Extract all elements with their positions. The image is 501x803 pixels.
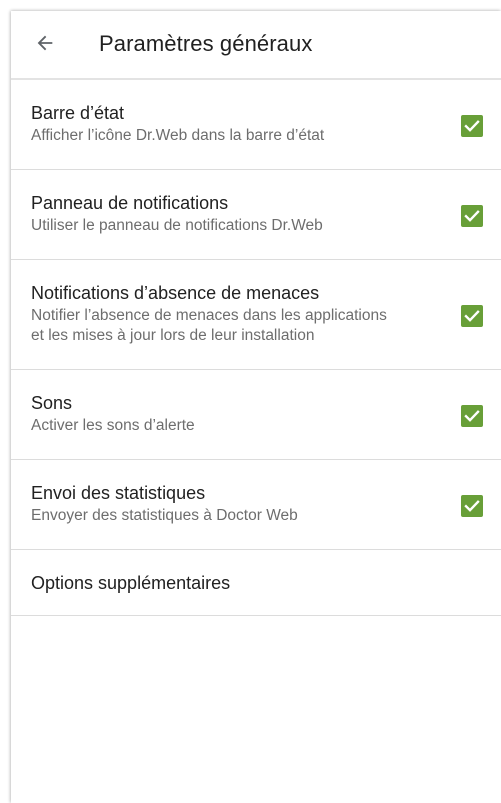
setting-title: Panneau de notifications	[31, 193, 229, 213]
setting-subtitle: Activer les sons d’alerte	[31, 417, 195, 434]
no-threats-checkbox[interactable]	[461, 305, 483, 327]
setting-status-bar[interactable]: Barre d’état Afficher l’icône Dr.Web dan…	[11, 80, 501, 170]
setting-subtitle: Notifier l’absence de menaces dans les a…	[31, 307, 387, 344]
setting-subtitle: Utiliser le panneau de notifications Dr.…	[31, 217, 323, 234]
settings-panel: Paramètres généraux Barre d’état Affiche…	[11, 11, 501, 803]
toolbar: Paramètres généraux	[11, 11, 501, 80]
setting-subtitle: Envoyer des statistiques à Doctor Web	[31, 507, 298, 524]
page-title: Paramètres généraux	[99, 31, 313, 56]
checkmark-icon	[461, 405, 483, 427]
notification-panel-checkbox[interactable]	[461, 205, 483, 227]
sounds-checkbox[interactable]	[461, 405, 483, 427]
back-button[interactable]	[25, 25, 65, 65]
statistics-checkbox[interactable]	[461, 495, 483, 517]
setting-statistics[interactable]: Envoi des statistiques Envoyer des stati…	[11, 460, 501, 550]
arrow-left-icon	[34, 32, 56, 59]
setting-subtitle: Afficher l’icône Dr.Web dans la barre d’…	[31, 127, 325, 144]
checkmark-icon	[461, 305, 483, 327]
setting-sounds[interactable]: Sons Activer les sons d’alerte	[11, 370, 501, 460]
checkmark-icon	[461, 205, 483, 227]
setting-title: Sons	[31, 393, 73, 413]
setting-no-threats-notifications[interactable]: Notifications d’absence de menaces Notif…	[11, 260, 501, 370]
status-bar-checkbox[interactable]	[461, 115, 483, 137]
checkmark-icon	[461, 495, 483, 517]
setting-title: Envoi des statistiques	[31, 483, 206, 503]
setting-notification-panel[interactable]: Panneau de notifications Utiliser le pan…	[11, 170, 501, 260]
setting-title: Notifications d’absence de menaces	[31, 283, 320, 303]
setting-title: Options supplémentaires	[31, 573, 231, 593]
setting-additional-options[interactable]: Options supplémentaires	[11, 550, 501, 616]
checkmark-icon	[461, 115, 483, 137]
setting-title: Barre d’état	[31, 103, 125, 123]
